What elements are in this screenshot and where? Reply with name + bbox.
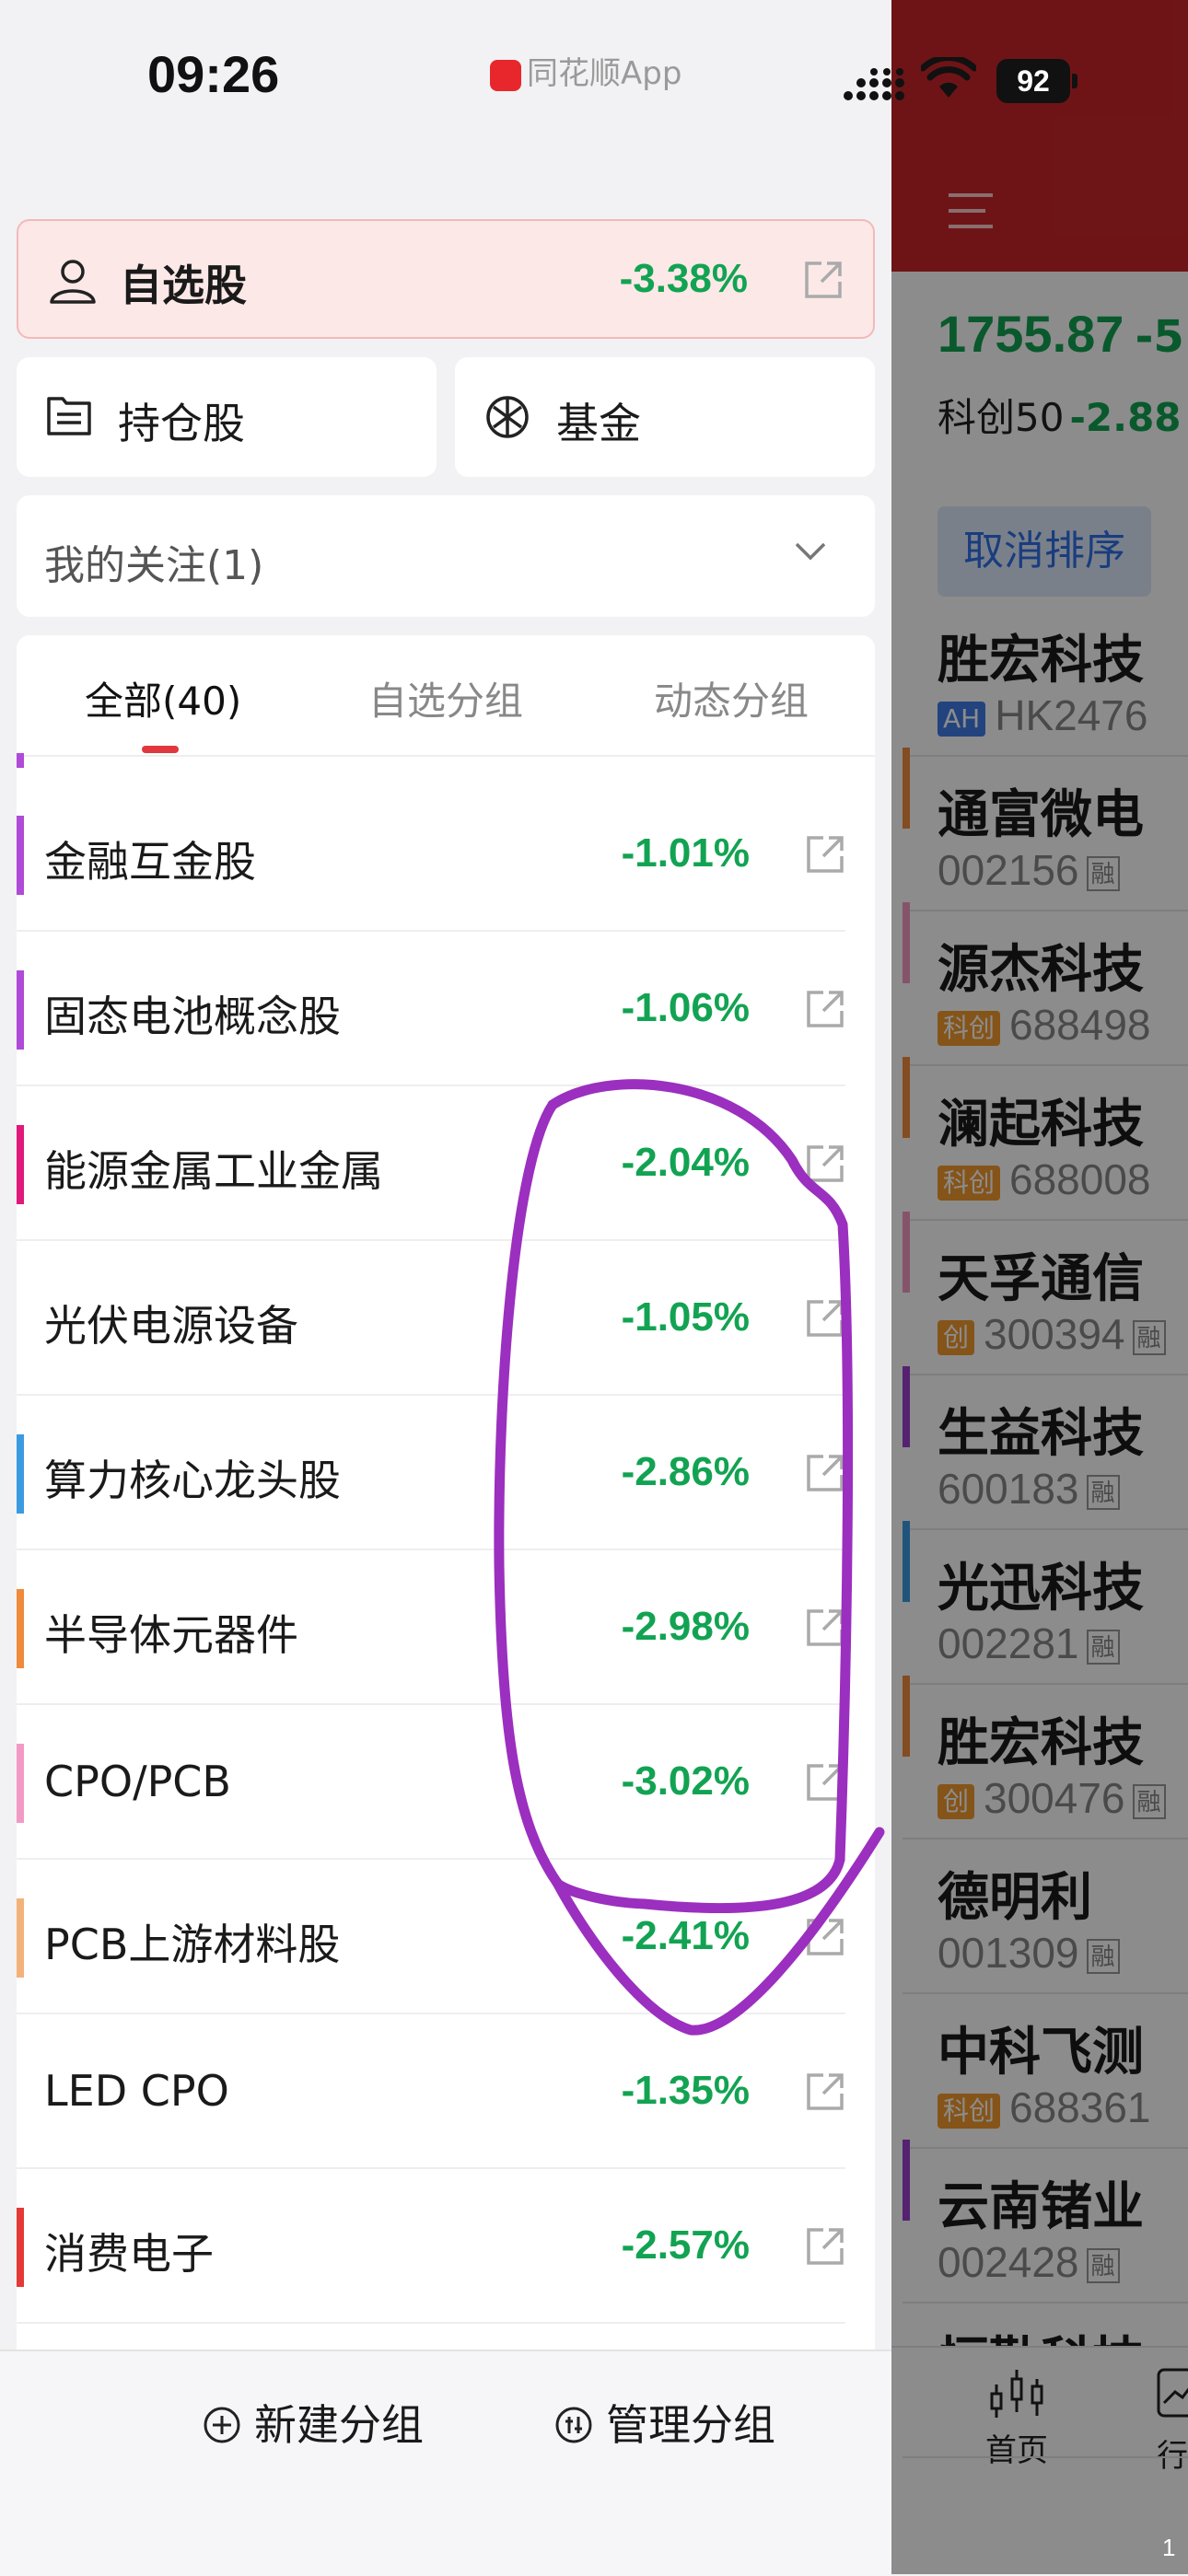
sliders-circle-icon [555,2407,592,2443]
group-change: -1.35% [621,2068,750,2113]
external-link-icon[interactable] [805,989,845,1033]
fund-entry[interactable]: 基金 [455,357,875,477]
group-color-stripe [17,970,24,1050]
tab-all[interactable]: 全部(40) [85,670,241,726]
status-app-name: 同花顺App [527,55,682,92]
status-time: 09:26 [147,45,280,103]
group-name: 金融互金股 [44,837,256,887]
group-color-stripe [17,1589,24,1668]
group-name: 光伏电源设备 [44,1301,298,1351]
manage-groups-button[interactable]: 管理分组 [554,2392,775,2453]
watchlist-label: 自选股 [120,261,247,310]
group-name: CPO/PCB [44,1757,231,1806]
group-color-stripe [17,1125,24,1204]
group-name: 消费电子 [44,2229,214,2279]
group-change: -1.05% [621,1294,750,1340]
holdings-entry[interactable]: 持仓股 [17,357,437,477]
external-link-icon[interactable] [805,2071,845,2116]
app-logo-icon [490,59,521,91]
plus-circle-icon [204,2407,240,2443]
group-row[interactable]: 固态电池概念股 -1.06% [17,932,875,1086]
external-link-icon[interactable] [805,834,845,878]
group-row[interactable]: PCB上游材料股 -2.41% [17,1860,875,2014]
group-change: -1.01% [621,830,750,876]
external-link-icon[interactable] [805,1762,845,1806]
group-row[interactable]: 算力核心龙头股 -2.86% [17,1396,875,1550]
battery-level: 92 [996,59,1070,103]
watchlist-change: -3.38% [619,256,748,301]
external-link-icon[interactable] [803,260,844,300]
group-name: PCB上游材料股 [44,1920,341,1969]
group-color-stripe [17,1434,24,1514]
manage-groups-label: 管理分组 [606,2400,775,2450]
user-icon [50,260,96,304]
group-list-panel: 全部(40) 自选分组 动态分组 金融互金股 -1.01% 固态电池概念股 -1.06… [17,635,875,2357]
partial-row-stripe [17,753,24,768]
group-name: 固态电池概念股 [44,992,341,1041]
group-change: -2.98% [621,1604,750,1649]
wifi-icon [921,57,976,98]
external-link-icon[interactable] [805,1917,845,1961]
group-row[interactable]: 能源金属工业金属 -2.04% [17,1086,875,1241]
status-bar: 09:26 同花顺App 92 [0,0,1077,138]
group-row[interactable]: 消费电子 -2.57% [17,2169,875,2324]
folder-icon [47,397,91,435]
battery-icon: 92 [996,59,1081,103]
group-row[interactable]: 金融互金股 -1.01% [17,777,875,932]
group-row[interactable]: CPO/PCB -3.02% [17,1705,875,1860]
tab-dynamic-groups[interactable]: 动态分组 [654,670,809,726]
follow-label: 我的关注(1) [44,542,264,589]
tab-custom-groups[interactable]: 自选分组 [368,670,523,726]
group-name: 半导体元器件 [44,1610,298,1660]
group-color-stripe [17,1744,24,1823]
active-tab-indicator [142,746,179,753]
group-change: -1.06% [621,985,750,1030]
group-color-stripe [17,816,24,895]
group-change: -2.57% [621,2222,750,2268]
new-group-button[interactable]: 新建分组 [203,2392,424,2453]
watchlist-entry[interactable]: 自选股 -3.38% [17,219,875,339]
external-link-icon[interactable] [805,1143,845,1188]
group-color-stripe [17,2208,24,2287]
fund-icon [486,396,529,438]
group-row[interactable]: LED CPO -1.35% [17,2014,875,2169]
follow-section[interactable]: 我的关注(1) [17,495,875,617]
group-name: LED CPO [44,2066,229,2116]
group-change: -2.41% [621,1913,750,1958]
row-divider [17,2322,845,2324]
new-group-label: 新建分组 [254,2400,424,2450]
external-link-icon[interactable] [805,1607,845,1652]
external-link-icon[interactable] [805,1298,845,1342]
page-number: 1 [1162,2534,1176,2561]
group-row[interactable]: 光伏电源设备 -1.05% [17,1241,875,1396]
group-change: -3.02% [621,1758,750,1804]
group-color-stripe [17,1898,24,1978]
overlay-dim[interactable] [891,0,1188,2574]
fund-label: 基金 [556,399,641,448]
external-link-icon[interactable] [805,2226,845,2270]
group-change: -2.04% [621,1140,750,1185]
chevron-down-icon[interactable] [794,541,827,562]
external-link-icon[interactable] [805,1453,845,1497]
group-row[interactable]: 半导体元器件 -2.98% [17,1550,875,1705]
group-change: -2.86% [621,1449,750,1494]
holdings-label: 持仓股 [118,399,245,448]
bottom-action-bar: 新建分组 管理分组 [0,2350,891,2576]
cellular-signal-icon [844,68,904,100]
status-app-label: 同花顺App [490,48,681,93]
group-drawer: 09:26 同花顺App 92 自选股 -3.38% 持仓股 基金 我的关注(1… [0,0,1077,2576]
group-tabs: 全部(40) 自选分组 动态分组 [17,635,875,757]
group-name: 能源金属工业金属 [44,1146,383,1196]
group-name: 算力核心龙头股 [44,1456,341,1505]
